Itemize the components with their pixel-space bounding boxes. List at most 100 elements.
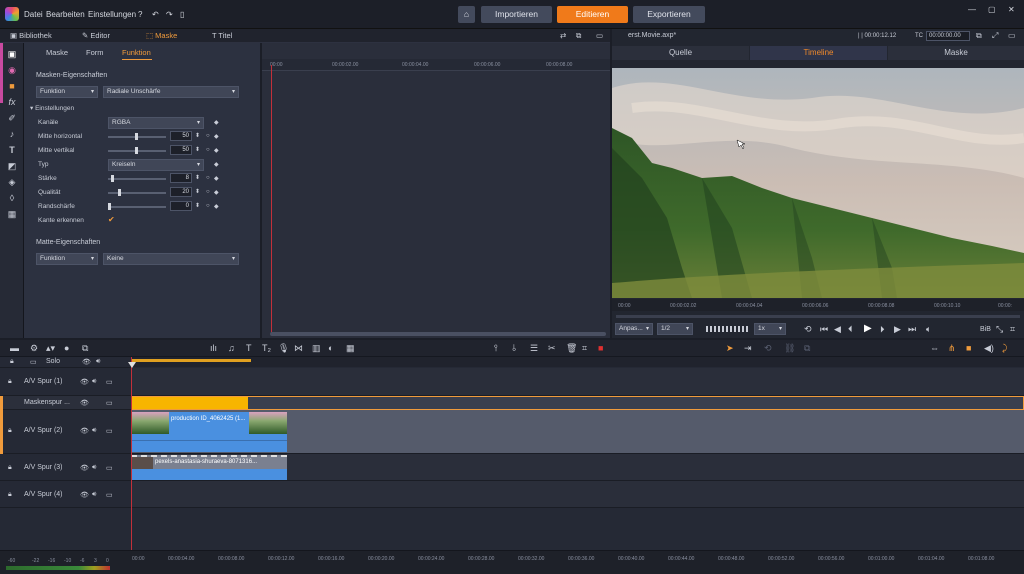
tab-library[interactable]: ▣ Bibliothek bbox=[10, 31, 52, 40]
folder-icon[interactable]: ■ bbox=[6, 80, 18, 92]
panel-icon[interactable]: ▭ bbox=[596, 31, 603, 40]
grid-icon[interactable]: ▦ bbox=[346, 343, 355, 354]
subtab-function[interactable]: Funktion bbox=[122, 48, 151, 57]
track-name[interactable]: Maskenspur ... bbox=[24, 399, 70, 406]
spin-icon[interactable]: ⬍ bbox=[195, 188, 200, 195]
crop-icon[interactable]: ⌗ bbox=[1010, 324, 1015, 335]
audio-clip[interactable] bbox=[131, 469, 287, 480]
effect-select[interactable]: Radiale Unschärfe ▾ bbox=[103, 86, 239, 98]
reset-icon[interactable]: ○ bbox=[206, 147, 210, 153]
playhead-handle[interactable] bbox=[128, 362, 136, 368]
keyframe-diamond-icon[interactable]: ◆ bbox=[214, 203, 219, 210]
transition-icon[interactable]: ◩ bbox=[6, 160, 18, 172]
magnet-icon[interactable]: ⋔ bbox=[948, 343, 956, 354]
keyframe-diamond-icon[interactable]: ◆ bbox=[214, 189, 219, 196]
monitor-icon[interactable]: ▭ bbox=[106, 399, 113, 407]
slider-knob[interactable] bbox=[135, 147, 138, 154]
settings-toggle[interactable]: ▾ Einstellungen bbox=[30, 104, 74, 112]
track-lane-mask[interactable] bbox=[131, 396, 1024, 410]
slider-knob[interactable] bbox=[111, 175, 114, 182]
menu-datei[interactable]: Datei bbox=[24, 10, 43, 19]
brush-icon[interactable]: ✐ bbox=[6, 112, 18, 124]
audio-scrub-icon[interactable]: ◀) bbox=[984, 343, 994, 354]
prev-frame-icon[interactable]: ◀ bbox=[834, 324, 841, 335]
marker-icon[interactable]: ● bbox=[64, 343, 69, 353]
fullscreen-icon[interactable]: ⧉ bbox=[976, 31, 982, 41]
text-icon[interactable]: T bbox=[6, 144, 18, 156]
spin-icon[interactable]: ⬍ bbox=[195, 174, 200, 181]
film-tool-icon[interactable]: ▥ bbox=[312, 343, 321, 354]
work-area-bar[interactable] bbox=[131, 359, 251, 362]
speaker-icon[interactable]: 🔊︎ bbox=[92, 427, 96, 435]
help-icon[interactable]: ? bbox=[138, 10, 142, 19]
keyframe-diamond-icon[interactable]: ◆ bbox=[214, 147, 219, 154]
settings-icon[interactable]: ⚙ bbox=[30, 343, 38, 354]
track-name[interactable]: A/V Spur (3) bbox=[24, 464, 63, 471]
track-lane-av1[interactable] bbox=[131, 368, 1024, 396]
quality-slider[interactable] bbox=[108, 187, 168, 199]
select-icon[interactable]: ⇥ bbox=[744, 343, 752, 354]
undo-tool-icon[interactable]: ⟲ bbox=[764, 343, 772, 354]
loop-icon[interactable]: ⟲ bbox=[804, 324, 812, 335]
volume-icon[interactable]: 🔈︎ bbox=[926, 324, 931, 335]
subtab-form[interactable]: Form bbox=[86, 48, 104, 57]
undo-icon[interactable]: ↶ bbox=[152, 10, 159, 19]
home-button[interactable]: ⌂ bbox=[458, 6, 475, 23]
quality-input[interactable]: 20 bbox=[170, 187, 192, 197]
add-track-icon[interactable]: ▴▾ bbox=[46, 343, 55, 354]
mask-clip[interactable] bbox=[132, 397, 248, 409]
keyframe-diamond-icon[interactable]: ◆ bbox=[214, 161, 219, 168]
type-select[interactable]: Kreiseln ▾ bbox=[108, 159, 204, 171]
layers-icon[interactable]: ◈ bbox=[6, 176, 18, 188]
import-button[interactable]: Importieren bbox=[481, 6, 552, 23]
video-clip[interactable]: production ID_4062425 (1... bbox=[131, 412, 287, 440]
keyframe-icon[interactable]: ◊ bbox=[6, 192, 18, 204]
popout-icon[interactable]: ⤢ bbox=[992, 31, 998, 41]
eye-icon[interactable]: 👁︎ bbox=[80, 399, 89, 407]
reset-icon[interactable]: ○ bbox=[206, 175, 210, 181]
microphone-icon[interactable]: 🎙︎ bbox=[278, 343, 289, 354]
lock-icon[interactable]: 🔒︎ bbox=[8, 427, 12, 435]
keyframe-diamond-icon[interactable]: ◆ bbox=[214, 119, 219, 126]
empty-timeline-area[interactable] bbox=[131, 508, 1024, 550]
link-icon[interactable]: ⇄ bbox=[560, 31, 566, 40]
slider-knob[interactable] bbox=[118, 189, 121, 196]
timeline-playhead[interactable] bbox=[131, 357, 132, 566]
matte-function-select[interactable]: Funktion ▾ bbox=[36, 253, 98, 265]
export-button[interactable]: Exportieren bbox=[633, 6, 705, 23]
slider-knob[interactable] bbox=[135, 133, 138, 140]
link-tool-icon[interactable]: ⛓ bbox=[784, 343, 795, 354]
center-v-slider[interactable] bbox=[108, 145, 168, 157]
speaker-icon[interactable]: 🔊︎ bbox=[96, 358, 100, 366]
eye-icon[interactable]: 👁︎ bbox=[80, 491, 89, 499]
center-v-input[interactable]: 50 bbox=[170, 145, 192, 155]
monitor-icon[interactable]: ▭ bbox=[30, 358, 37, 366]
caption-icon[interactable]: T₂ bbox=[262, 343, 271, 353]
track-name[interactable]: A/V Spur (2) bbox=[24, 427, 63, 434]
audio-icon[interactable]: ♫ bbox=[228, 343, 235, 353]
spin-icon[interactable]: ⬍ bbox=[195, 146, 200, 153]
center-h-input[interactable]: 50 bbox=[170, 131, 192, 141]
edge-sharpness-input[interactable]: 0 bbox=[170, 201, 192, 211]
tc-input[interactable]: 00:00:00.00 bbox=[926, 31, 970, 41]
step-forward-icon[interactable]: ⏵ bbox=[880, 324, 885, 335]
ripple-icon[interactable]: ☰ bbox=[530, 343, 538, 354]
tab-title[interactable]: T Titel bbox=[212, 31, 232, 40]
play-icon[interactable]: ▶ bbox=[864, 323, 872, 334]
eye-icon[interactable]: 👁︎ bbox=[82, 358, 91, 366]
tab-editor[interactable]: ✎ Editor bbox=[82, 31, 110, 40]
go-start-icon[interactable]: ⏮ bbox=[820, 324, 828, 335]
menu-bearbeiten[interactable]: Bearbeiten bbox=[46, 10, 85, 19]
video-clip[interactable]: pexels-anastasia-shuraeva-8071316... bbox=[131, 455, 287, 469]
strength-input[interactable]: 8 bbox=[170, 173, 192, 183]
close-icon[interactable]: ✕ bbox=[1008, 5, 1015, 14]
edge-sharpness-slider[interactable] bbox=[108, 201, 168, 213]
lock-icon[interactable]: 🔒︎ bbox=[10, 358, 14, 366]
go-end-icon[interactable]: ⏭ bbox=[908, 324, 916, 335]
speaker-icon[interactable]: 🔊︎ bbox=[92, 491, 96, 499]
tab-mask[interactable]: ⬚ Maske bbox=[146, 31, 177, 40]
redo-icon[interactable]: ↷ bbox=[166, 10, 173, 19]
reset-icon[interactable]: ○ bbox=[206, 203, 210, 209]
subtab-mask[interactable]: Maske bbox=[46, 48, 68, 57]
playhead[interactable] bbox=[271, 65, 272, 333]
